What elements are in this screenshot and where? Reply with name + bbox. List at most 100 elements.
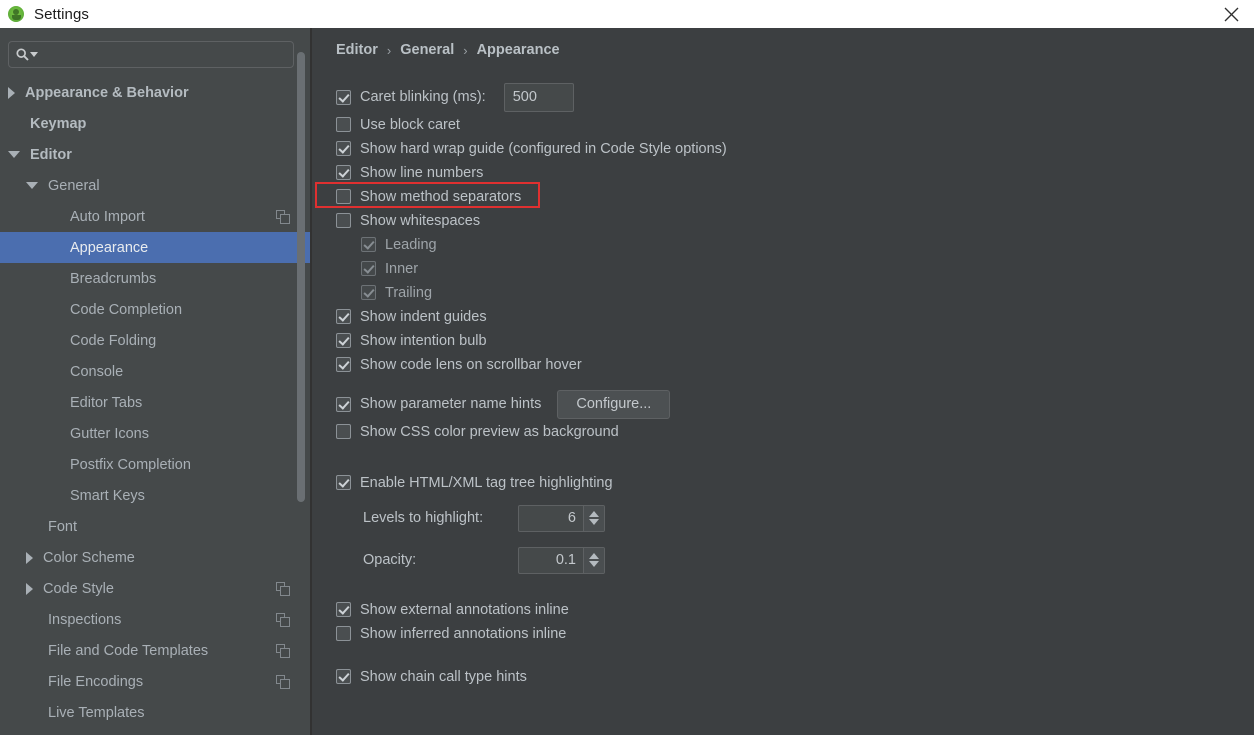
checkbox-show-whitespaces[interactable]: Show whitespaces [336,213,480,229]
copy-icon[interactable] [276,674,290,689]
checkbox-icon-use-block-caret[interactable] [336,117,351,132]
sidebar-item-label: Smart Keys [70,487,145,504]
checkbox-trailing: Trailing [361,285,432,301]
chain-call-type-hints-checkbox[interactable] [336,669,351,684]
sidebar-item-gutter-icons[interactable]: Gutter Icons [0,418,310,449]
sidebar-item-general[interactable]: General [0,170,310,201]
chevron-up-icon[interactable] [589,553,599,559]
caret-blinking-input[interactable] [503,82,574,112]
checkbox-use-block-caret[interactable]: Use block caret [336,117,460,133]
search-input[interactable] [44,47,293,62]
sidebar-item-label: Appearance & Behavior [25,84,189,101]
search-field[interactable] [8,41,294,68]
checkbox-icon-trailing [361,285,376,300]
sidebar-item-smart-keys[interactable]: Smart Keys [0,480,310,511]
sidebar-item-console[interactable]: Console [0,356,310,387]
checkbox-show-code-lens-on-scrollbar-hover[interactable]: Show code lens on scrollbar hover [336,357,582,373]
option-label: Leading [385,236,437,253]
sidebar-item-keymap[interactable]: Keymap [0,108,310,139]
parameter-hints-checkbox[interactable] [336,396,351,412]
checkbox-icon-show-indent-guides[interactable] [336,309,351,324]
chevron-up-icon[interactable] [589,511,599,517]
checkbox-leading: Leading [361,237,437,253]
sidebar-item-live-templates[interactable]: Live Templates [0,697,310,728]
chevron-right-icon[interactable] [26,582,33,595]
annotation-row-show-inferred-annotations-inline[interactable]: Show inferred annotations inline [336,623,1226,644]
option-label: Enable HTML/XML tag tree highlighting [360,474,613,491]
chevron-right-icon[interactable] [26,551,33,564]
sidebar-item-editor-tabs[interactable]: Editor Tabs [0,387,310,418]
sidebar-item-label: Code Folding [70,332,157,349]
checkbox-icon-show-intention-bulb[interactable] [336,333,351,348]
sidebar-scrollbar[interactable] [297,28,307,735]
sidebar-item-label: Keymap [30,115,87,132]
copy-icon[interactable] [276,581,290,596]
sidebar-item-label: Code Style [43,580,114,597]
checkbox-show-external-annotations-inline[interactable] [336,602,351,617]
checkbox-show-hard-wrap-guide-configured-in-code-style-op[interactable]: Show hard wrap guide (configured in Code… [336,141,727,157]
sidebar-item-label: Console [70,363,124,380]
levels-to-highlight-row: Levels to highlight: [336,501,1226,535]
sidebar-item-editor[interactable]: Editor [0,139,310,170]
annotation-row-show-external-annotations-inline[interactable]: Show external annotations inline [336,599,1226,620]
css-color-preview-checkbox[interactable] [336,424,351,439]
css-color-preview-row[interactable]: Show CSS color preview as background [336,421,1226,442]
close-icon[interactable] [1208,0,1254,28]
checkbox-icon-leading [361,237,376,252]
chevron-right-icon[interactable] [8,86,15,99]
sidebar-item-font[interactable]: Font [0,511,310,542]
sidebar-item-label: Font [48,518,78,535]
opacity-stepper[interactable] [583,547,604,573]
configure-button[interactable]: Configure... [557,389,671,419]
breadcrumb-item[interactable]: Appearance [477,42,560,58]
sidebar-item-postfix-completion[interactable]: Postfix Completion [0,449,310,480]
checkbox-show-inferred-annotations-inline[interactable] [336,626,351,641]
copy-icon[interactable] [276,643,290,658]
sidebar-item-appearance[interactable]: Appearance [0,232,310,263]
checkbox-icon-show-code-lens-on-scrollbar-hover[interactable] [336,357,351,372]
sidebar-item-file-encodings[interactable]: File Encodings [0,666,310,697]
search-dropdown-icon[interactable] [30,52,38,57]
opacity-spinner[interactable] [518,546,605,574]
chevron-down-icon[interactable] [589,519,599,525]
sidebar-scrollbar-thumb[interactable] [297,52,305,502]
sidebar-item-file-and-code-templates[interactable]: File and Code Templates [0,635,310,666]
sidebar-item-label: Editor Tabs [70,394,143,411]
option-row-show-method-separators: Show method separators [336,186,1226,207]
chevron-down-icon[interactable] [589,561,599,567]
sidebar-item-color-scheme[interactable]: Color Scheme [0,542,310,573]
levels-to-highlight-spinner[interactable] [518,504,605,532]
tag-tree-highlighting-checkbox[interactable] [336,475,351,490]
chevron-down-icon[interactable] [26,182,38,189]
option-label: Show hard wrap guide (configured in Code… [360,140,727,157]
sidebar-item-breadcrumbs[interactable]: Breadcrumbs [0,263,310,294]
levels-to-highlight-input[interactable] [519,505,583,531]
breadcrumb-separator: › [463,42,468,58]
copy-icon[interactable] [276,209,290,224]
tag-tree-highlighting-row[interactable]: Enable HTML/XML tag tree highlighting [336,472,1226,493]
copy-icon[interactable] [276,612,290,627]
sidebar-item-code-completion[interactable]: Code Completion [0,294,310,325]
checkbox-show-method-separators[interactable]: Show method separators [336,189,521,205]
sidebar-item-code-style[interactable]: Code Style [0,573,310,604]
checkbox-icon-show-line-numbers[interactable] [336,165,351,180]
caret-blinking-checkbox[interactable] [336,89,351,105]
checkbox-icon-show-method-separators[interactable] [336,189,351,204]
checkbox-show-line-numbers[interactable]: Show line numbers [336,165,483,181]
sidebar-item-appearance-behavior[interactable]: Appearance & Behavior [0,77,310,108]
sidebar-item-auto-import[interactable]: Auto Import [0,201,310,232]
breadcrumb-item[interactable]: General [400,42,454,58]
sidebar-item-code-folding[interactable]: Code Folding [0,325,310,356]
checkbox-show-indent-guides[interactable]: Show indent guides [336,309,487,325]
sidebar-item-label: Breadcrumbs [70,270,157,287]
option-label: Show intention bulb [360,332,487,349]
checkbox-icon-show-whitespaces[interactable] [336,213,351,228]
chevron-down-icon[interactable] [8,151,20,158]
levels-to-highlight-stepper[interactable] [583,505,604,531]
sidebar-item-inspections[interactable]: Inspections [0,604,310,635]
checkbox-show-intention-bulb[interactable]: Show intention bulb [336,333,487,349]
opacity-input[interactable] [519,547,583,573]
breadcrumb-item[interactable]: Editor [336,42,378,58]
checkbox-icon-show-hard-wrap-guide-configured-in-code-style-op[interactable] [336,141,351,156]
chain-call-type-hints-row[interactable]: Show chain call type hints [336,666,1226,687]
